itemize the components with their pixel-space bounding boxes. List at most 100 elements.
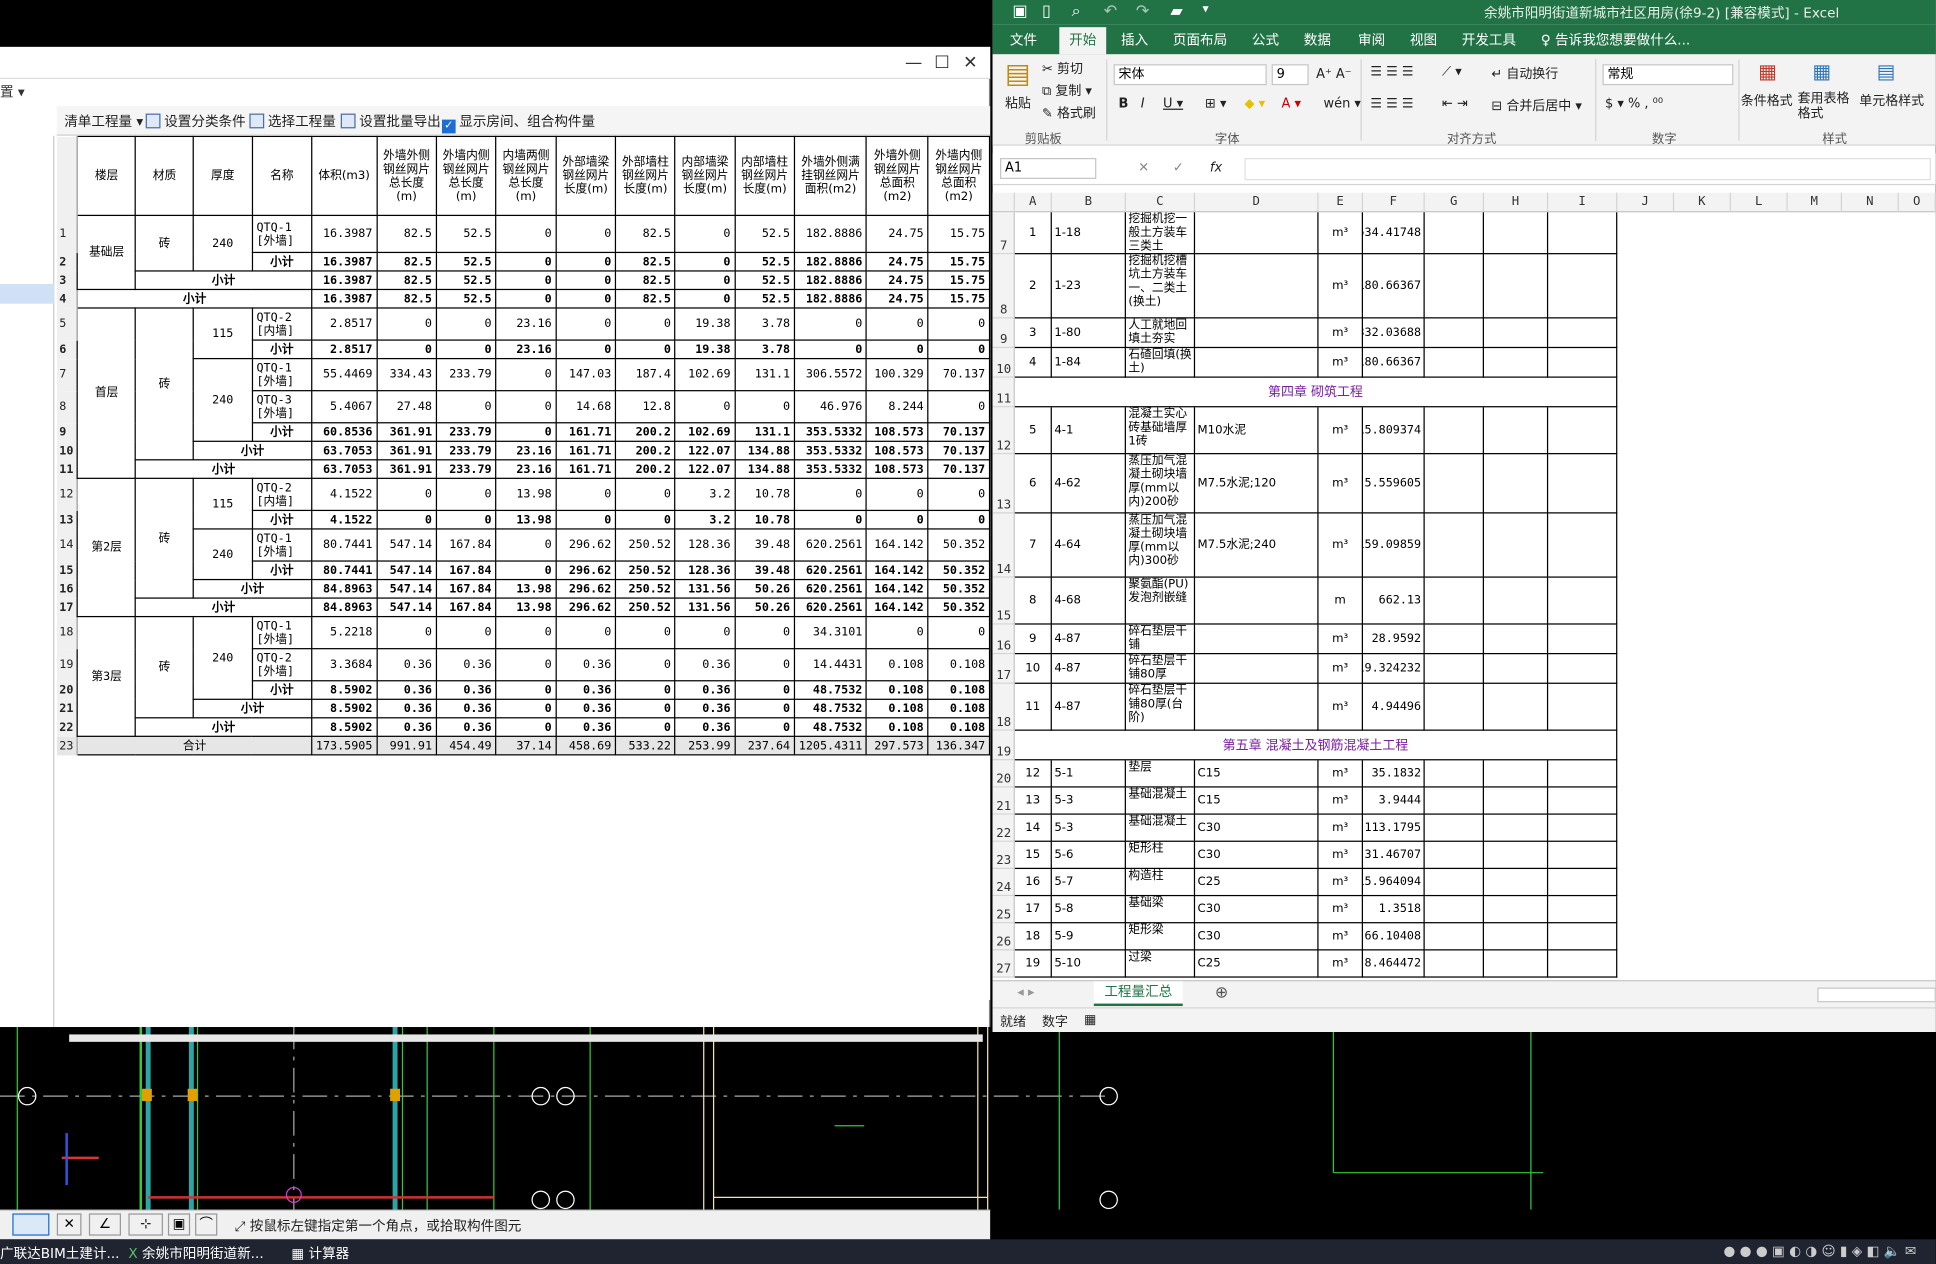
table-cell[interactable]: 250.52: [615, 597, 676, 618]
table-cell[interactable]: 5.4067: [310, 390, 378, 424]
table-cell[interactable]: 13.98: [495, 509, 557, 530]
cell-val[interactable]: 4.94496: [1362, 683, 1425, 731]
table-row[interactable]: 7 1 1-18 挖掘机挖一般土方装车三类土 m³ 534.41748: [992, 212, 1936, 255]
cell-n[interactable]: 9: [1014, 624, 1052, 655]
selected-item[interactable]: [0, 283, 55, 304]
cell-spec[interactable]: C25: [1195, 950, 1319, 978]
table-cell[interactable]: 52.5: [435, 288, 497, 309]
row-number[interactable]: 17: [56, 598, 79, 617]
cell-code[interactable]: 4-87: [1051, 654, 1126, 684]
sheet-hscrollbar[interactable]: [1817, 987, 1936, 1003]
table-cell[interactable]: 306.5572: [793, 357, 868, 392]
cell-n[interactable]: 13: [1014, 787, 1052, 815]
arc-icon[interactable]: ⌒: [195, 1213, 218, 1236]
maximize-icon[interactable]: ☐: [930, 52, 955, 74]
table-cell[interactable]: 砖: [134, 615, 195, 719]
table-cell[interactable]: 296.62: [555, 578, 617, 599]
cell-val[interactable]: 159.09859: [1362, 513, 1425, 578]
table-cell[interactable]: 136.347: [927, 735, 991, 756]
table-cell[interactable]: 小计: [192, 578, 313, 599]
cell-n[interactable]: 1: [1014, 212, 1052, 255]
table-cell[interactable]: 0.36: [555, 648, 617, 682]
table-cell[interactable]: 0.108: [927, 680, 991, 700]
cell-unit[interactable]: m³: [1318, 348, 1363, 378]
table-cell[interactable]: 16.3987: [310, 288, 378, 309]
table-cell[interactable]: 小计: [251, 251, 313, 272]
table-cell[interactable]: 0: [555, 270, 617, 291]
taskbar-app-gtj[interactable]: 广联达BIM土建计...: [0, 1243, 119, 1263]
cell-val[interactable]: 31.46707: [1362, 841, 1425, 870]
table-cell[interactable]: 0: [555, 477, 617, 512]
table-cell[interactable]: 0: [927, 477, 991, 512]
table-cell[interactable]: 0: [555, 339, 617, 360]
cell-unit[interactable]: m³: [1318, 760, 1363, 788]
cell-empty[interactable]: [1483, 348, 1549, 378]
table-cell[interactable]: 82.5: [615, 214, 676, 254]
table-cell[interactable]: QTQ-2 [内墙]: [251, 477, 313, 512]
table-cell[interactable]: 0: [674, 251, 736, 272]
row-header[interactable]: 26: [992, 923, 1015, 951]
table-cell[interactable]: 0.36: [376, 680, 437, 700]
table-cell[interactable]: 48.7532: [793, 680, 868, 700]
cell-name[interactable]: 石碴回填(换土): [1125, 348, 1196, 378]
cell-unit[interactable]: m³: [1318, 683, 1363, 731]
cell-spec[interactable]: [1195, 212, 1319, 255]
row-number[interactable]: 5: [56, 307, 79, 341]
cell-empty[interactable]: [1483, 577, 1549, 625]
cell-code[interactable]: 4-87: [1051, 683, 1126, 731]
table-cell[interactable]: 37.14: [495, 735, 557, 756]
table-row[interactable]: 5 首层 砖 115 QTQ-2 [内墙] 2.8517 0 0 23.16 0 0 19.…: [56, 307, 991, 479]
customize-icon[interactable]: ▾: [1203, 2, 1209, 16]
table-cell[interactable]: 334.43: [376, 357, 437, 392]
formula-input[interactable]: [1244, 158, 1931, 181]
conditional-format-button[interactable]: 条件格式: [1741, 91, 1793, 110]
cell-unit[interactable]: m³: [1318, 923, 1363, 951]
col-header-l[interactable]: L: [1731, 192, 1788, 213]
cell-name[interactable]: 矩形柱: [1125, 841, 1196, 870]
table-cell[interactable]: 0: [927, 339, 991, 360]
table-cell[interactable]: 233.79: [435, 440, 497, 461]
table-cell[interactable]: 0: [376, 339, 437, 360]
cell-code[interactable]: 4-68: [1051, 577, 1126, 625]
table-cell[interactable]: 8.5902: [310, 698, 378, 719]
table-cell[interactable]: 34.3101: [793, 615, 868, 650]
table-cell[interactable]: 0: [615, 698, 676, 719]
cell-spec[interactable]: [1195, 254, 1319, 319]
table-cell[interactable]: 0: [793, 339, 868, 360]
cell-empty[interactable]: [1483, 760, 1549, 788]
table-cell[interactable]: 4.1522: [310, 509, 378, 530]
table-cell[interactable]: 200.2: [615, 440, 676, 461]
gtj-left-dropdown[interactable]: 置 ▾: [0, 81, 25, 101]
table-cell[interactable]: 小计: [134, 459, 313, 479]
table-cell[interactable]: 小计: [192, 440, 313, 461]
cell-spec[interactable]: [1195, 654, 1319, 684]
table-cell[interactable]: 55.4469: [310, 357, 378, 392]
taskbar-app-calculator[interactable]: ▦ 计算器: [291, 1243, 349, 1263]
table-cell[interactable]: 0.36: [555, 680, 617, 700]
cell-val[interactable]: 3.9444: [1362, 787, 1425, 815]
table-cell[interactable]: 296.62: [555, 597, 617, 618]
table-cell[interactable]: 620.2561: [793, 597, 868, 618]
border-icon[interactable]: ⊞ ▾: [1205, 96, 1226, 111]
table-cell[interactable]: 0: [376, 307, 437, 341]
cell-code[interactable]: 5-8: [1051, 896, 1126, 924]
table-cell[interactable]: 39.48: [734, 528, 796, 562]
table-cell[interactable]: 237.64: [734, 735, 796, 756]
cell-empty[interactable]: [1548, 654, 1618, 684]
table-cell[interactable]: 10.78: [734, 477, 796, 512]
table-cell[interactable]: 13.98: [495, 597, 557, 618]
table-row[interactable]: 9 3 1-80 人工就地回填土夯实 m³ 332.03688: [992, 318, 1936, 349]
table-cell[interactable]: 0: [435, 509, 497, 530]
table-cell[interactable]: 3.2: [674, 477, 736, 512]
row-number[interactable]: 6: [56, 340, 79, 359]
table-total-row[interactable]: 23 合计 173.5905 991.91 454.49 37.14 458.69 533…: [56, 735, 991, 756]
table-cell[interactable]: 200.2: [615, 422, 676, 442]
cell-empty[interactable]: [1424, 814, 1484, 842]
table-cell[interactable]: 第3层: [77, 615, 137, 737]
cell-n[interactable]: 18: [1014, 923, 1052, 951]
wrap-text-button[interactable]: ↵ 自动换行: [1491, 64, 1558, 83]
table-cell[interactable]: 0.108: [866, 680, 929, 700]
table-cell[interactable]: 50.352: [927, 560, 991, 581]
select-mode-button[interactable]: [12, 1213, 50, 1236]
table-cell[interactable]: 0: [615, 307, 676, 341]
